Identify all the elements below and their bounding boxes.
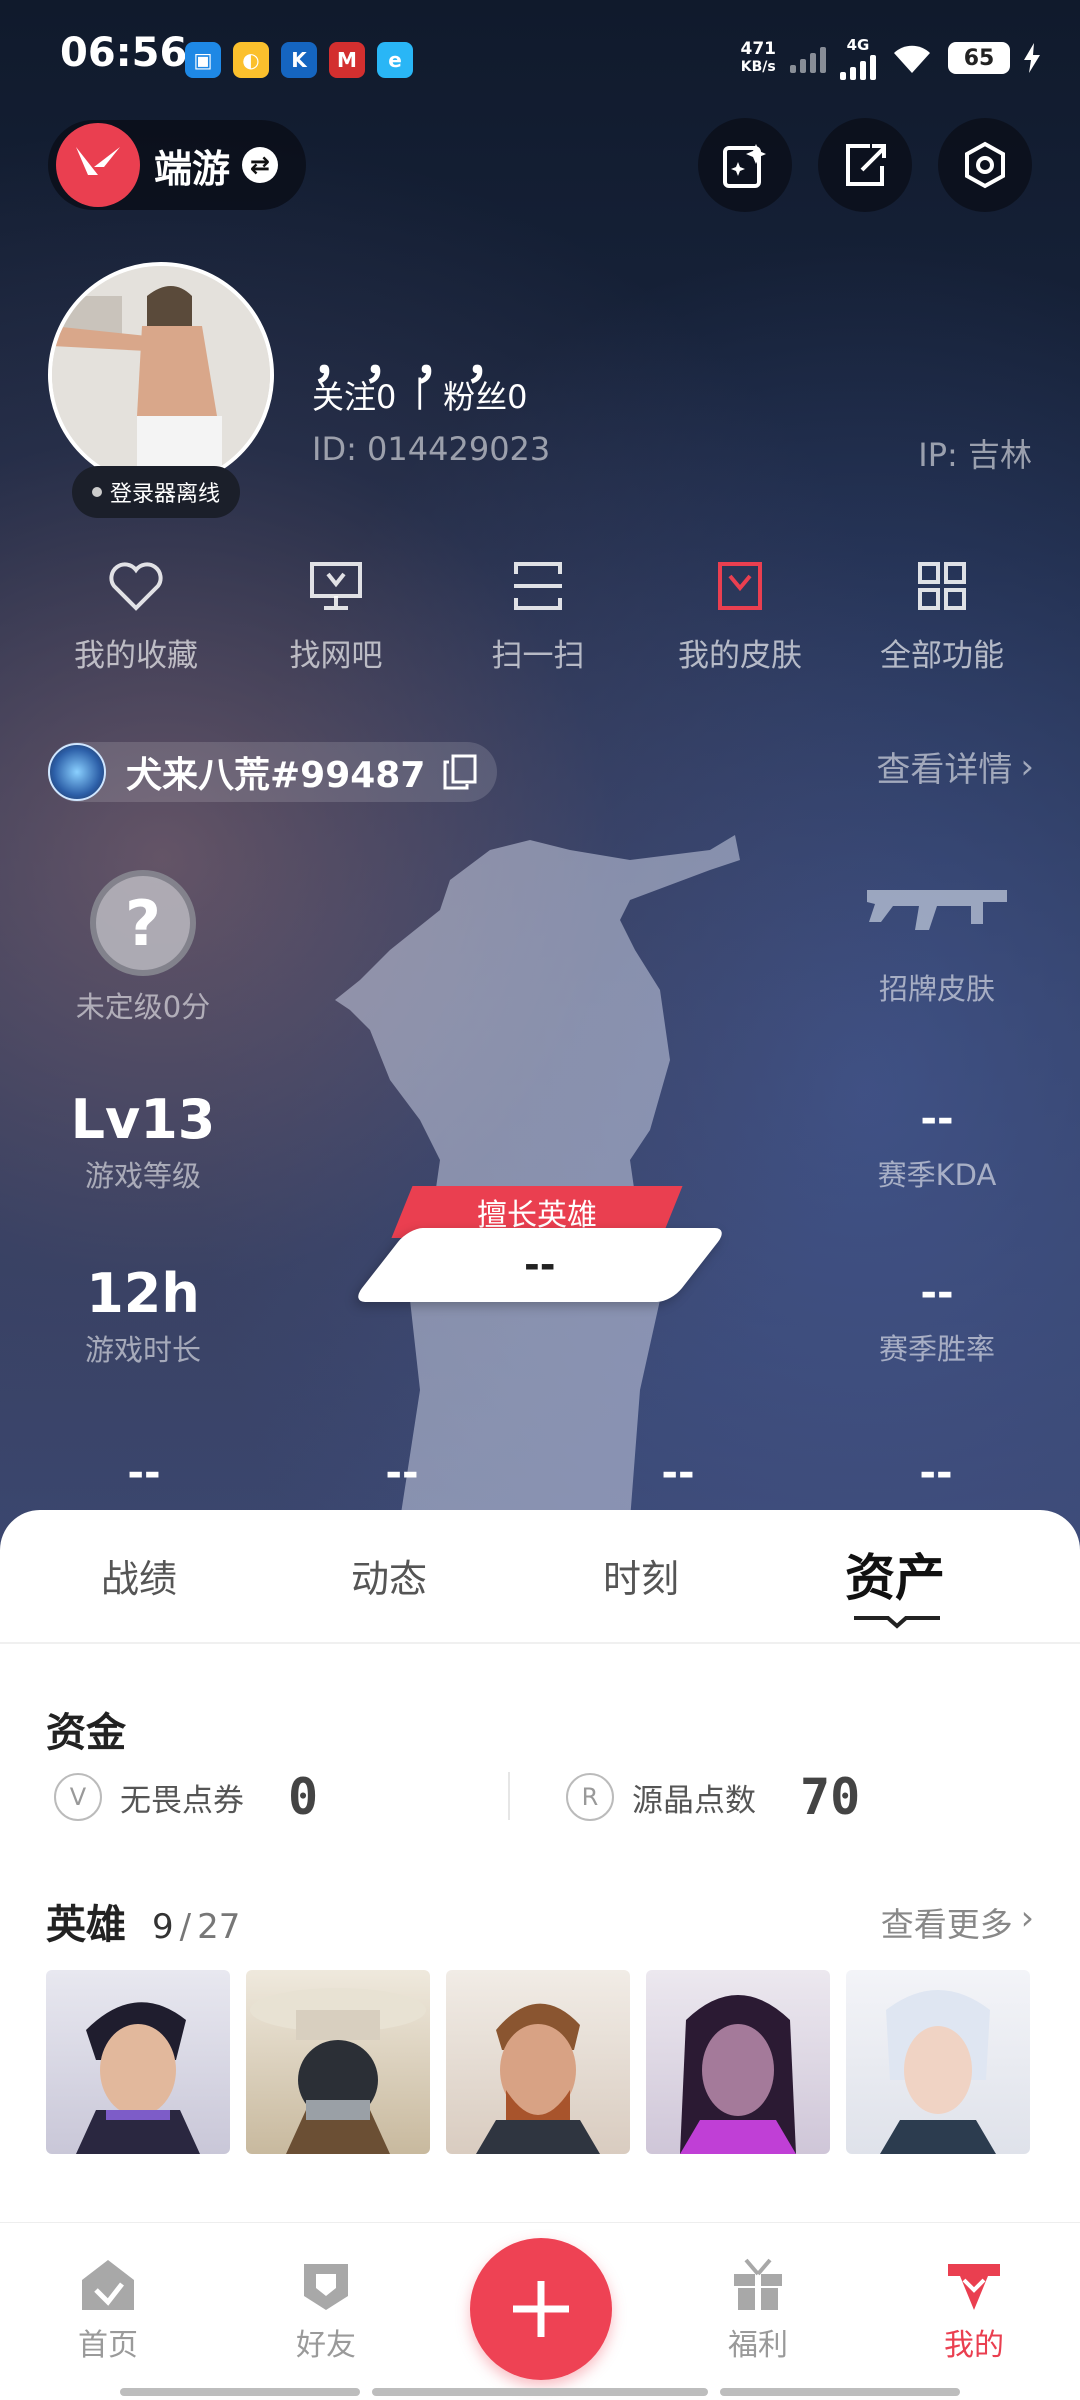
gesture-bar <box>120 2388 360 2396</box>
fans-count[interactable]: 粉丝0 <box>443 372 527 418</box>
monitor-icon <box>310 562 362 610</box>
tab-moments[interactable]: 时刻 <box>516 1548 766 1603</box>
my-skins-button[interactable]: 我的皮肤 <box>640 560 840 675</box>
winrate-stat: -- 赛季胜率 <box>878 1270 995 1366</box>
sparkle-card-icon <box>723 144 766 188</box>
net-speed: 471 KB/s <box>740 39 777 75</box>
avatar-photo <box>52 266 270 484</box>
app-name: 端游 <box>154 146 231 191</box>
signal-icon <box>790 43 826 73</box>
player-tag[interactable]: 犬来八荒#99487 <box>48 742 498 802</box>
app-notif-icon: ▣ <box>185 42 221 78</box>
gear-icon <box>965 141 1005 189</box>
charging-icon <box>1024 43 1040 73</box>
signature-skin-stat[interactable]: 招牌皮肤 <box>822 880 1052 1008</box>
hero-card[interactable] <box>446 1970 630 2154</box>
find-netcafe-button[interactable]: 找网吧 <box>236 560 436 675</box>
bottom-stat: -- <box>385 1450 419 1496</box>
ip-location: IP: 吉林 <box>918 436 1032 474</box>
app-notif-icon: K <box>281 42 317 78</box>
bottom-stat: -- <box>919 1450 953 1496</box>
user-id: ID: 014429023 <box>312 430 551 468</box>
plus-icon <box>513 2281 569 2337</box>
following-count[interactable]: 关注0 <box>312 372 396 418</box>
app-switcher[interactable]: 端游 ⇄ <box>48 120 306 210</box>
scan-button[interactable]: 扫一扫 <box>438 560 638 675</box>
favorites-button[interactable]: 我的收藏 <box>36 560 236 675</box>
chevron-right-icon: › <box>1020 746 1034 787</box>
hero-card[interactable] <box>646 1970 830 2154</box>
bottom-stat: -- <box>127 1450 161 1496</box>
create-post-button[interactable] <box>470 2238 612 2380</box>
player-card-icon <box>48 743 106 801</box>
friends-icon <box>304 2264 348 2310</box>
status-time: 06:56 <box>60 30 188 76</box>
nav-home[interactable]: 首页 <box>28 2256 188 2364</box>
tab-assets[interactable]: 资产 <box>770 1538 1020 1610</box>
nav-friends[interactable]: 好友 <box>246 2256 406 2364</box>
notification-icons: ▣ ◐ K M e <box>185 42 413 78</box>
heroes-header: 英雄 9/27 <box>46 1902 241 1948</box>
all-functions-button[interactable]: 全部功能 <box>842 560 1042 675</box>
radianite-icon: R <box>566 1773 614 1821</box>
network-type: 4G <box>846 36 870 54</box>
unranked-icon: ? <box>90 870 196 976</box>
fund-vp[interactable]: V 无畏点券 0 <box>54 1768 318 1826</box>
rank-stat[interactable]: ? 未定级0分 <box>28 870 258 1026</box>
hero-card[interactable] <box>46 1970 230 2154</box>
tab-records[interactable]: 战绩 <box>14 1548 264 1603</box>
profile-agent-icon <box>948 2264 1000 2310</box>
fund-divider <box>508 1772 510 1820</box>
tab-feed[interactable]: 动态 <box>264 1548 514 1603</box>
battery-icon: 65 <box>948 42 1010 74</box>
active-tab-indicator <box>854 1616 940 1629</box>
fund-radianite[interactable]: R 源晶点数 70 <box>566 1768 860 1826</box>
scan-icon <box>514 562 562 610</box>
wifi-icon <box>894 45 930 73</box>
player-name: 犬来八荒#99487 <box>126 755 426 796</box>
app-notif-icon: e <box>377 42 413 78</box>
avatar[interactable] <box>48 262 274 488</box>
app-notif-icon: ◐ <box>233 42 269 78</box>
status-right: 471 KB/s 4G 65 <box>740 36 1040 80</box>
gesture-bar <box>372 2388 708 2396</box>
nav-benefits[interactable]: 福利 <box>678 2256 838 2364</box>
tab-divider <box>0 1642 1080 1644</box>
valorant-logo <box>56 123 140 207</box>
share-icon <box>846 144 886 186</box>
hero-card[interactable] <box>246 1970 430 2154</box>
share-button[interactable] <box>818 118 912 212</box>
hero-silhouette <box>335 835 740 1520</box>
valorant-points-icon: V <box>54 1773 102 1821</box>
rifle-icon <box>867 890 1007 930</box>
home-icon <box>82 2260 134 2310</box>
playtime-stat: 12h 游戏时长 <box>84 1262 201 1367</box>
level-stat: Lv13 游戏等级 <box>70 1088 216 1193</box>
swap-icon: ⇄ <box>242 147 279 183</box>
ai-button[interactable] <box>698 118 792 212</box>
gesture-bar <box>720 2388 960 2396</box>
status-dot <box>92 487 102 497</box>
funds-title: 资金 <box>46 1710 126 1756</box>
view-more-heroes-link[interactable]: 查看更多 › <box>881 1898 1034 1946</box>
hero-card[interactable] <box>846 1970 1030 2154</box>
signal-icon <box>840 54 876 80</box>
gift-icon <box>734 2258 782 2310</box>
follow-stats: 关注0 | 粉丝0 <box>312 372 528 418</box>
nav-me[interactable]: 我的 <box>894 2256 1054 2364</box>
bottom-stat: -- <box>661 1450 695 1496</box>
view-details-link[interactable]: 查看详情 › <box>876 742 1034 791</box>
skin-icon <box>718 562 762 610</box>
hero-list <box>46 1970 1030 2154</box>
best-hero-value: -- <box>351 1228 729 1302</box>
chevron-right-icon: › <box>1020 1898 1034 1937</box>
launcher-status-badge: 登录器离线 <box>72 466 241 518</box>
kda-stat: -- 赛季KDA <box>877 1096 997 1192</box>
grid-icon <box>918 562 966 610</box>
separator: | <box>414 372 426 410</box>
settings-button[interactable] <box>938 118 1032 212</box>
heart-icon <box>109 562 163 611</box>
app-notif-icon: M <box>329 42 365 78</box>
copy-icon[interactable] <box>443 754 477 790</box>
